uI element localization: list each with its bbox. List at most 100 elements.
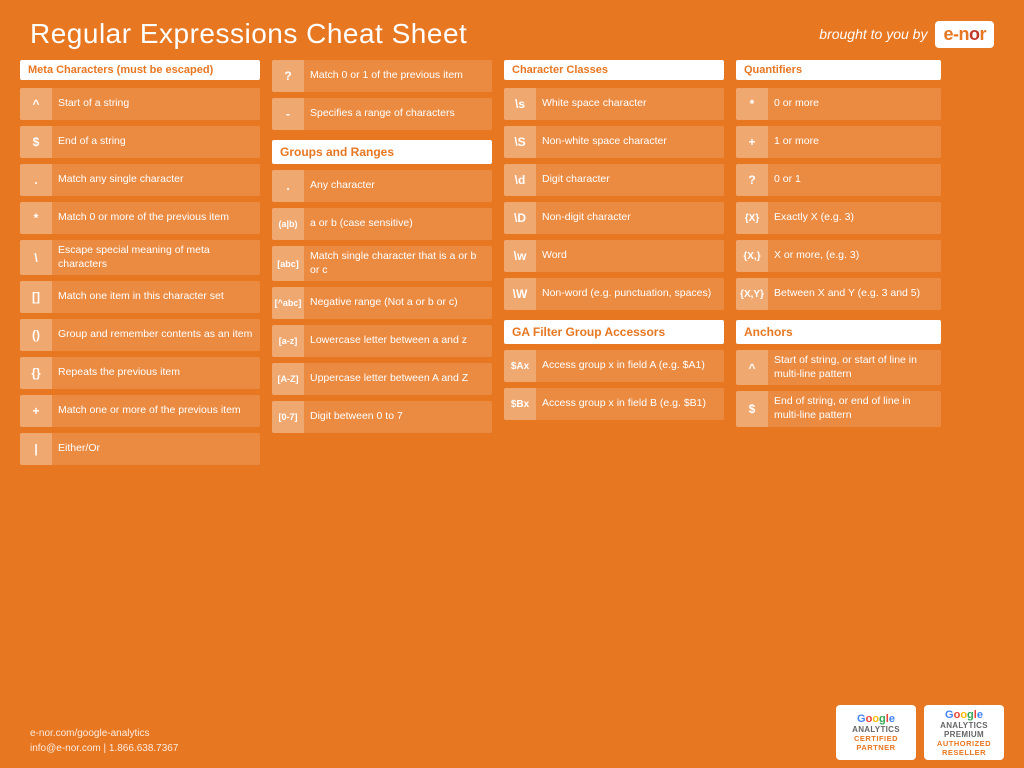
item-0-to-7: [0-7] Digit between 0 to 7 xyxy=(272,401,492,433)
desc-dot: Match any single character xyxy=(52,164,189,196)
item-dash: - Specifies a range of characters xyxy=(272,98,492,130)
symbol-0-to-7: [0-7] xyxy=(272,401,304,433)
item-AX: $Ax Access group x in field A (e.g. $A1) xyxy=(504,350,724,382)
google-logo-1: Google xyxy=(857,713,895,725)
desc-a-dollar: End of string, or end of line in multi-l… xyxy=(768,391,941,426)
item-q-xy: {X,Y} Between X and Y (e.g. 3 and 5) xyxy=(736,278,941,310)
desc-abc: Match single character that is a or b or… xyxy=(304,246,492,281)
desc-any-char: Any character xyxy=(304,170,381,202)
meta-item-backslash: \ Escape special meaning of meta charact… xyxy=(20,240,260,275)
symbol-a-to-z: [a-z] xyxy=(272,325,304,357)
badge-analytics: Google ANALYTICS CERTIFIEDPARTNER xyxy=(836,705,916,760)
item-question: ? Match 0 or 1 of the previous item xyxy=(272,60,492,92)
footer: e-nor.com/google-analytics info@e-nor.co… xyxy=(30,726,178,756)
symbol-dot: . xyxy=(20,164,52,196)
desc-caret: Start of a string xyxy=(52,88,135,120)
desc-q-xmore: X or more, (e.g. 3) xyxy=(768,240,865,272)
badge-sub-1: ANALYTICS xyxy=(852,725,900,734)
meta-item-dollar: $ End of a string xyxy=(20,126,260,158)
symbol-wd: \d xyxy=(504,164,536,196)
page-title: Regular Expressions Cheat Sheet xyxy=(30,18,467,50)
badge-sub-2: ANALYTICSPREMIUM xyxy=(940,721,988,739)
desc-brackets: Match one item in this character set xyxy=(52,281,230,313)
desc-not-abc: Negative range (Not a or b or c) xyxy=(304,287,464,319)
brand-logo: e-nor xyxy=(935,21,994,48)
quantifiers-column: Quantifiers * 0 or more + 1 or more ? 0 … xyxy=(736,60,941,465)
symbol-q-xact: {X} xyxy=(736,202,768,234)
symbol-q-xmore: {X,} xyxy=(736,240,768,272)
item-BX: $Bx Access group x in field B (e.g. $B1) xyxy=(504,388,724,420)
meta-item-caret: ^ Start of a string xyxy=(20,88,260,120)
item-q-star: * 0 or more xyxy=(736,88,941,120)
symbol-q-question: ? xyxy=(736,164,768,196)
item-q-xact: {X} Exactly X (e.g. 3) xyxy=(736,202,941,234)
desc-0-to-7: Digit between 0 to 7 xyxy=(304,401,409,433)
symbol-q-plus: + xyxy=(736,126,768,158)
meta-section-title: Meta Characters (must be escaped) xyxy=(20,60,260,80)
item-q-xmore: {X,} X or more, (e.g. 3) xyxy=(736,240,941,272)
symbol-BX: $Bx xyxy=(504,388,536,420)
meta-item-star: * Match 0 or more of the previous item xyxy=(20,202,260,234)
meta-item-brackets: [] Match one item in this character set xyxy=(20,281,260,313)
symbol-star: * xyxy=(20,202,52,234)
symbol-plus: + xyxy=(20,395,52,427)
quantifiers-title: Quantifiers xyxy=(736,60,941,80)
meta-item-braces: {} Repeats the previous item xyxy=(20,357,260,389)
brought-by-text: brought to you by xyxy=(819,26,927,42)
meta-item-parens: () Group and remember contents as an ite… xyxy=(20,319,260,351)
desc-q-star: 0 or more xyxy=(768,88,825,120)
desc-WS: Non-white space character xyxy=(536,126,673,158)
item-a-dollar: $ End of string, or end of line in multi… xyxy=(736,391,941,426)
item-a-caret: ^ Start of string, or start of line in m… xyxy=(736,350,941,385)
groups-ranges-title: Groups and Ranges xyxy=(272,140,492,164)
desc-star: Match 0 or more of the previous item xyxy=(52,202,235,234)
desc-dash: Specifies a range of characters xyxy=(304,98,461,130)
badge-type-1: CERTIFIEDPARTNER xyxy=(854,734,898,752)
desc-q-xact: Exactly X (e.g. 3) xyxy=(768,202,860,234)
desc-pipe: Either/Or xyxy=(52,433,106,465)
google-logo-2: Google xyxy=(945,709,983,721)
item-q-plus: + 1 or more xyxy=(736,126,941,158)
desc-ws: White space character xyxy=(536,88,652,120)
symbol-q-star: * xyxy=(736,88,768,120)
char-classes-column: Character Classes \s White space charact… xyxy=(504,60,724,465)
footer-contact: info@e-nor.com | 1.866.638.7367 xyxy=(30,741,178,756)
symbol-braces: {} xyxy=(20,357,52,389)
symbol-parens: () xyxy=(20,319,52,351)
item-a-or-b: (a|b) a or b (case sensitive) xyxy=(272,208,492,240)
desc-A-to-Z: Uppercase letter between A and Z xyxy=(304,363,474,395)
header: Regular Expressions Cheat Sheet brought … xyxy=(0,0,1024,60)
desc-BX: Access group x in field B (e.g. $B1) xyxy=(536,388,712,420)
meta-item-dot: . Match any single character xyxy=(20,164,260,196)
item-abc: [abc] Match single character that is a o… xyxy=(272,246,492,281)
desc-a-or-b: a or b (case sensitive) xyxy=(304,208,419,240)
footer-website: e-nor.com/google-analytics xyxy=(30,726,178,741)
symbol-not-abc: [^abc] xyxy=(272,287,304,319)
symbol-a-caret: ^ xyxy=(736,350,768,385)
symbol-a-dollar: $ xyxy=(736,391,768,426)
item-wd: \d Digit character xyxy=(504,164,724,196)
desc-WD: Non-digit character xyxy=(536,202,637,234)
desc-a-caret: Start of string, or start of line in mul… xyxy=(768,350,941,385)
desc-q-question: 0 or 1 xyxy=(768,164,807,196)
symbol-dollar: $ xyxy=(20,126,52,158)
desc-plus: Match one or more of the previous item xyxy=(52,395,247,427)
brand-section: brought to you by e-nor xyxy=(819,21,994,48)
badge-analytics-premium: Google ANALYTICSPREMIUM AUTHORIZEDRESELL… xyxy=(924,705,1004,760)
desc-braces: Repeats the previous item xyxy=(52,357,186,389)
desc-WW: Non-word (e.g. punctuation, spaces) xyxy=(536,278,717,310)
char-classes-title: Character Classes xyxy=(504,60,724,80)
desc-wd: Digit character xyxy=(536,164,616,196)
symbol-ws: \s xyxy=(504,88,536,120)
badge-type-2: AUTHORIZEDRESELLER xyxy=(937,739,991,757)
item-WS: \S Non-white space character xyxy=(504,126,724,158)
item-q-question: ? 0 or 1 xyxy=(736,164,941,196)
desc-dollar: End of a string xyxy=(52,126,132,158)
item-ww: \w Word xyxy=(504,240,724,272)
symbol-any-char: . xyxy=(272,170,304,202)
symbol-A-to-Z: [A-Z] xyxy=(272,363,304,395)
symbol-pipe: | xyxy=(20,433,52,465)
symbol-caret: ^ xyxy=(20,88,52,120)
symbol-brackets: [] xyxy=(20,281,52,313)
desc-backslash: Escape special meaning of meta character… xyxy=(52,240,260,275)
